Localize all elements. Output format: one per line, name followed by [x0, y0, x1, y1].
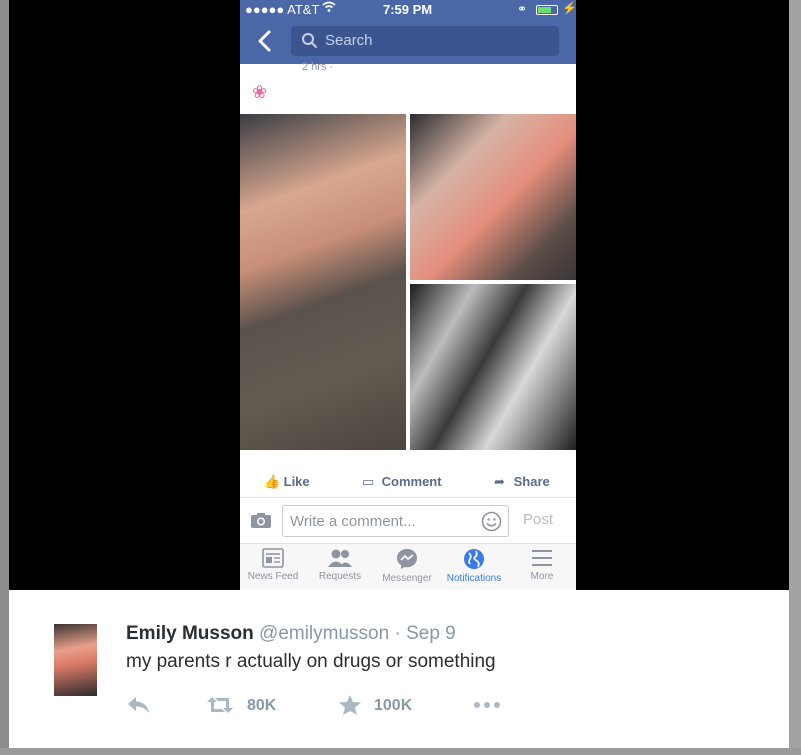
- tab-notifications[interactable]: Notifications: [440, 548, 508, 584]
- tab-label: News Feed: [247, 571, 299, 582]
- status-time: 7:59 PM: [383, 2, 433, 17]
- tab-messenger[interactable]: Messenger: [373, 548, 441, 584]
- tweet-text: my parents r actually on drugs or someth…: [126, 651, 496, 672]
- comment-composer: Write a comment... Post: [240, 499, 576, 543]
- search-icon: [302, 33, 317, 48]
- author-name[interactable]: Emily Musson: [126, 623, 254, 644]
- comment-icon: ▭: [362, 474, 375, 489]
- like-button[interactable]: 👍 Like: [264, 474, 310, 490]
- comment-input[interactable]: Write a comment...: [282, 505, 509, 537]
- retweet-count: 80K: [247, 697, 277, 714]
- share-arrow-icon: ➦: [494, 474, 505, 489]
- tab-label: More: [530, 571, 554, 582]
- tab-requests[interactable]: Requests: [306, 548, 374, 582]
- post-action-row: 👍 Like ▭ Comment ➦ Share: [240, 466, 576, 496]
- requests-icon: [328, 549, 352, 567]
- post-timestamp: 2 hrs ·: [302, 61, 334, 73]
- phone-screenshot: ●●●●● AT&T 7:59 PM ⚭ ⚡ Search 2 hrs · ❀: [240, 0, 576, 590]
- news-feed-icon: [262, 548, 284, 568]
- camera-icon[interactable]: [250, 512, 272, 529]
- reply-icon[interactable]: [126, 694, 152, 716]
- photo-collage: [240, 114, 576, 450]
- collage-photo-left[interactable]: [240, 114, 406, 450]
- share-button[interactable]: ➦ Share: [494, 474, 550, 490]
- carrier-label: ●●●●● AT&T: [245, 2, 320, 17]
- background-right-edge: [789, 0, 801, 755]
- comment-button[interactable]: ▭ Comment: [362, 474, 442, 490]
- background-left-edge: [0, 0, 9, 755]
- more-options-icon[interactable]: [472, 694, 502, 716]
- background-bottom-edge: [0, 748, 801, 755]
- wifi-icon: [322, 1, 336, 16]
- flower-emoji-icon: ❀: [252, 82, 268, 102]
- back-chevron-icon[interactable]: [254, 28, 276, 54]
- star-icon[interactable]: [338, 694, 362, 716]
- status-bar: ●●●●● AT&T 7:59 PM ⚭ ⚡: [240, 0, 576, 20]
- search-input[interactable]: Search: [291, 26, 559, 56]
- tweet-header: Emily Musson @emilymusson · Sep 9: [126, 623, 456, 645]
- emoji-icon[interactable]: [481, 511, 502, 532]
- favorite-count: 100K: [374, 697, 413, 714]
- menu-icon: [532, 550, 552, 566]
- media-frame[interactable]: ●●●●● AT&T 7:59 PM ⚭ ⚡ Search 2 hrs · ❀: [9, 0, 789, 590]
- messenger-icon: [397, 549, 417, 569]
- tab-more[interactable]: More: [508, 548, 576, 582]
- retweet-icon[interactable]: [204, 694, 236, 716]
- tab-label: Requests: [318, 571, 362, 582]
- globe-icon: [464, 549, 484, 569]
- author-handle[interactable]: @emilymusson: [259, 623, 389, 644]
- share-label: Share: [513, 474, 550, 489]
- comment-placeholder: Write a comment...: [290, 513, 416, 530]
- charging-icon: ⚡: [562, 1, 576, 15]
- battery-icon: [536, 5, 558, 15]
- tab-label: Notifications: [446, 573, 502, 584]
- search-placeholder: Search: [325, 32, 373, 49]
- collage-photo-top-right[interactable]: [410, 114, 576, 280]
- post-comment-button[interactable]: Post: [523, 511, 553, 528]
- bottom-tab-bar: News Feed Requests Messenger Notificatio…: [240, 543, 576, 590]
- thumbs-up-icon: 👍: [264, 474, 281, 489]
- divider: [240, 497, 576, 498]
- tab-news-feed[interactable]: News Feed: [240, 548, 307, 582]
- comment-label: Comment: [381, 474, 442, 489]
- avatar[interactable]: [54, 624, 97, 696]
- like-label: Like: [283, 474, 310, 489]
- collage-photo-bottom-right[interactable]: [410, 284, 576, 450]
- separator-dot: ·: [394, 623, 401, 644]
- tab-label: Messenger: [382, 573, 432, 584]
- tweet-card: Emily Musson @emilymusson · Sep 9 my par…: [9, 590, 789, 748]
- tweet-date[interactable]: Sep 9: [406, 623, 456, 644]
- facebook-nav-bar: Search: [240, 20, 576, 64]
- orientation-lock-icon: ⚭: [517, 2, 528, 16]
